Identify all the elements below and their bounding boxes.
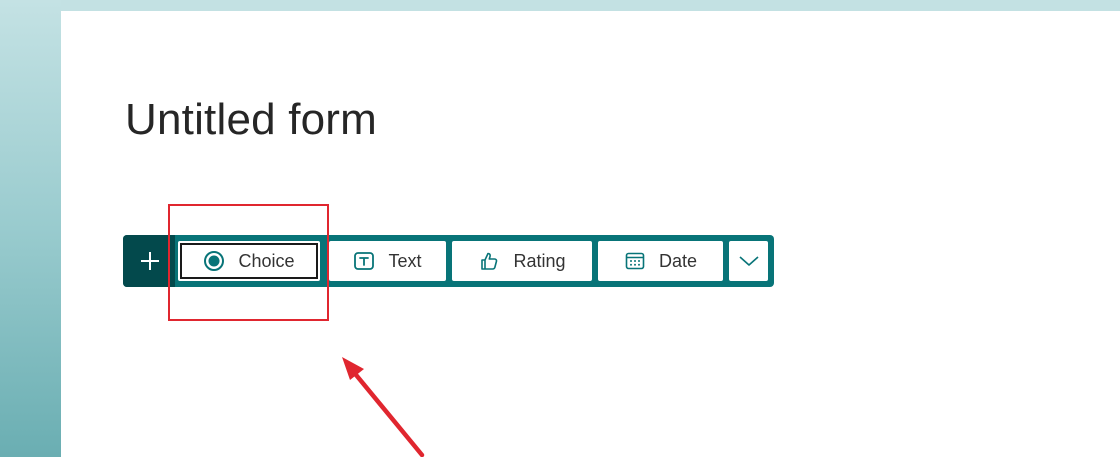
more-question-types-button[interactable] bbox=[729, 241, 768, 281]
date-label: Date bbox=[658, 250, 698, 271]
highlight-box-annotation bbox=[168, 204, 329, 321]
text-label: Text bbox=[388, 250, 422, 271]
text-question-button[interactable]: Text bbox=[329, 241, 446, 281]
form-title[interactable]: Untitled form bbox=[125, 95, 377, 145]
rating-question-button[interactable]: Rating bbox=[452, 241, 592, 281]
chevron-down-icon bbox=[738, 250, 760, 272]
arrow-annotation bbox=[342, 357, 425, 457]
rating-label: Rating bbox=[513, 250, 566, 271]
date-question-button[interactable]: Date bbox=[598, 241, 723, 281]
calendar-icon bbox=[624, 250, 646, 272]
thumbs-up-icon bbox=[478, 250, 500, 272]
text-box-icon bbox=[353, 250, 375, 272]
background-top bbox=[0, 0, 1120, 11]
background-left bbox=[0, 0, 61, 457]
